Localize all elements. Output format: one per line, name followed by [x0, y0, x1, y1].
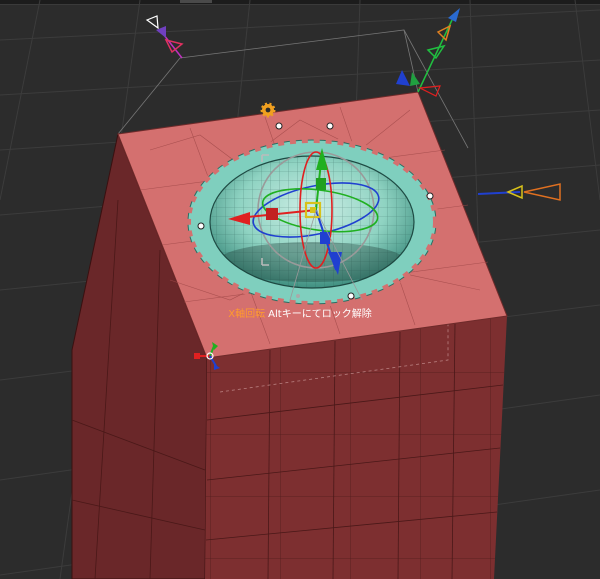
hint-message: Altキーにてロック解除	[268, 309, 372, 320]
status-hint: X軸回転 Altキーにてロック解除	[0, 305, 600, 320]
hint-axis-label: X軸回転	[228, 309, 266, 320]
y-axis-handle[interactable]	[316, 178, 326, 190]
light-icon[interactable]	[396, 8, 460, 97]
3d-viewport[interactable]: X軸回転 Altキーにてロック解除	[0, 0, 600, 579]
light-direction-handle[interactable]	[477, 183, 561, 201]
scene-canvas[interactable]	[0, 0, 600, 579]
gear-icon[interactable]	[260, 102, 276, 118]
camera-icon[interactable]	[145, 15, 184, 59]
x-axis-handle[interactable]	[266, 208, 278, 220]
